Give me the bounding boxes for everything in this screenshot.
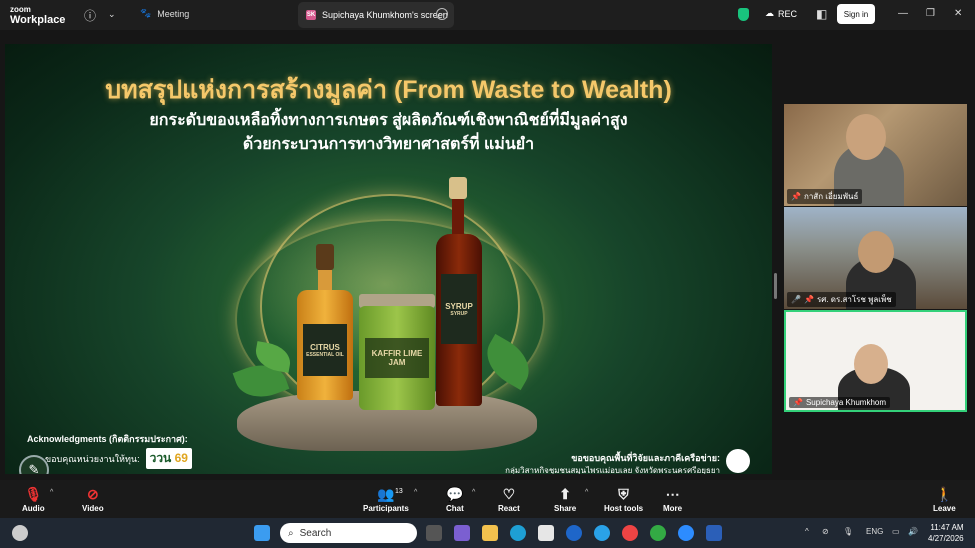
security-shield-icon[interactable] bbox=[738, 8, 749, 21]
view-icon[interactable]: ◧ bbox=[816, 7, 827, 21]
chrome-icon[interactable] bbox=[622, 525, 638, 541]
participant-name: 📌 Supichaya Khumkhom bbox=[789, 397, 891, 408]
start-icon[interactable] bbox=[254, 525, 270, 541]
participants-icon: 👥 bbox=[377, 486, 395, 502]
panel-resize-handle[interactable] bbox=[774, 273, 777, 299]
mic-icon[interactable]: 🎙 bbox=[843, 527, 853, 536]
video-off-icon: ⊘ bbox=[86, 486, 99, 502]
task-view-icon[interactable] bbox=[426, 525, 442, 541]
audio-options-caret[interactable]: ^ bbox=[50, 489, 53, 496]
screen-share-tab[interactable]: SK Supichaya Khumkhom's screen ··· bbox=[298, 2, 454, 28]
weather-icon[interactable] bbox=[12, 525, 28, 541]
edge-icon[interactable] bbox=[510, 525, 526, 541]
zoom-icon[interactable] bbox=[678, 525, 694, 541]
teams-icon[interactable] bbox=[454, 525, 470, 541]
slide-subtitle: ยกระดับของเหลือทิ้งทางการเกษตร สู่ผลิตภั… bbox=[149, 112, 628, 129]
tray-caret-icon[interactable]: ^ bbox=[805, 527, 809, 536]
thanks-block: ขอขอบคุณพื้นที่วิจัยและภาคีเครือข่าย: กล… bbox=[505, 453, 720, 474]
zoom-logo: zoom Workplace bbox=[10, 5, 66, 26]
participant-name: 📌 กาสัก เอี่ยมพันธ์ bbox=[787, 189, 863, 204]
audio-button[interactable]: 🎙 Audio bbox=[22, 486, 45, 513]
search-icon: ⌕ bbox=[288, 527, 294, 539]
sign-in-button[interactable]: Sign in bbox=[837, 4, 875, 24]
clock[interactable]: 11:47 AM 4/27/2026 bbox=[928, 522, 964, 544]
more-options-icon[interactable]: ··· bbox=[436, 8, 448, 20]
restore-icon[interactable]: ❐ bbox=[926, 8, 935, 19]
slide-title: บทสรุปแห่งการสร้างมูลค่า (From Waste to … bbox=[105, 76, 672, 104]
muted-mic-icon: 🎤 bbox=[791, 295, 801, 304]
meeting-toolbar: 🎙 Audio ^ ⊘ Video 👥 Participants 13 ^ 💬 … bbox=[0, 480, 975, 518]
word-icon[interactable] bbox=[706, 525, 722, 541]
more-dots-icon: ⋯ bbox=[665, 486, 680, 502]
pin-icon: 📌 bbox=[793, 398, 803, 407]
file-explorer-icon[interactable] bbox=[482, 525, 498, 541]
share-button[interactable]: ⬆ Share bbox=[554, 486, 576, 513]
windows-taskbar: ⌕ Search ^ ⊘ 🎙 ENG ▭ 🔊 11:47 AM 4/27/202… bbox=[0, 518, 975, 548]
participants-count: 13 bbox=[395, 488, 403, 495]
share-screen-icon: ⬆ bbox=[559, 486, 571, 502]
leave-icon: 🚶 bbox=[935, 486, 954, 502]
slide-subtitle-2: ด้วยกระบวนการทางวิทยาศาสตร์ที่ แม่นยำ bbox=[242, 136, 535, 153]
video-button[interactable]: ⊘ Video bbox=[82, 486, 104, 513]
chevron-down-icon[interactable]: ⌄ bbox=[108, 9, 116, 20]
language-indicator[interactable]: ENG bbox=[866, 527, 883, 536]
chat-options-caret[interactable]: ^ bbox=[472, 489, 475, 496]
chrome-profile-icon[interactable] bbox=[650, 525, 666, 541]
host-tools-button[interactable]: ⛨ Host tools bbox=[604, 486, 643, 513]
participant-name: 🎤 📌 รศ. ดร.สาโรช พูลเพ็ช bbox=[787, 292, 896, 307]
network-off-icon[interactable]: ⊘ bbox=[822, 527, 829, 536]
app-icon[interactable] bbox=[594, 525, 610, 541]
recording-indicator[interactable]: ☁ REC bbox=[765, 8, 797, 19]
close-icon[interactable]: ✕ bbox=[954, 8, 962, 19]
minimize-icon[interactable]: — bbox=[898, 8, 908, 19]
hp-icon[interactable] bbox=[566, 525, 582, 541]
chat-icon: 💬 bbox=[446, 486, 464, 502]
react-button[interactable]: ♡ React bbox=[498, 486, 520, 513]
share-options-caret[interactable]: ^ bbox=[585, 489, 588, 496]
meeting-menu[interactable]: 🐾 Meeting bbox=[140, 8, 189, 19]
pin-icon: 📌 bbox=[803, 295, 814, 304]
search-input[interactable]: ⌕ Search bbox=[280, 523, 417, 543]
chat-button[interactable]: 💬 Chat bbox=[446, 486, 464, 513]
leave-button[interactable]: 🚶 Leave bbox=[933, 486, 956, 513]
more-button[interactable]: ⋯ More bbox=[663, 486, 682, 513]
acknowledgments-funder: ขอบคุณหน่วยงานให้ทุน: ววน 69 bbox=[45, 448, 192, 469]
cloud-icon: ☁ bbox=[765, 8, 774, 18]
muted-mic-icon: 🎙 bbox=[24, 486, 43, 502]
paw-icon: 🐾 bbox=[140, 8, 152, 18]
participant-video-tile[interactable]: 📌 กาสัก เอี่ยมพันธ์ bbox=[784, 104, 967, 206]
display-icon[interactable]: ▭ bbox=[892, 527, 900, 536]
acknowledgments-title: Acknowledgments (กิตติกรรมประกาศ): bbox=[27, 434, 188, 444]
participant-video-tile[interactable]: 🎤 📌 รศ. ดร.สาโรช พูลเพ็ช bbox=[784, 207, 967, 309]
participants-options-caret[interactable]: ^ bbox=[414, 489, 417, 496]
pin-icon: 📌 bbox=[791, 192, 801, 201]
shield-icon: ⛨ bbox=[618, 486, 629, 502]
info-icon[interactable]: ⓘ bbox=[84, 7, 96, 24]
share-avatar: SK bbox=[306, 10, 316, 20]
partner-logo bbox=[726, 449, 750, 473]
volume-icon[interactable]: 🔊 bbox=[908, 527, 918, 536]
shared-slide: บทสรุปแห่งการสร้างมูลค่า (From Waste to … bbox=[5, 44, 772, 474]
title-bar: zoom Workplace ⓘ ⌄ 🐾 Meeting SK Supichay… bbox=[0, 0, 975, 30]
participant-video-tile-active[interactable]: 📌 Supichaya Khumkhom bbox=[784, 310, 967, 412]
store-icon[interactable] bbox=[538, 525, 554, 541]
funder-logo: ววน 69 bbox=[145, 448, 192, 469]
heart-icon: ♡ bbox=[502, 486, 516, 502]
